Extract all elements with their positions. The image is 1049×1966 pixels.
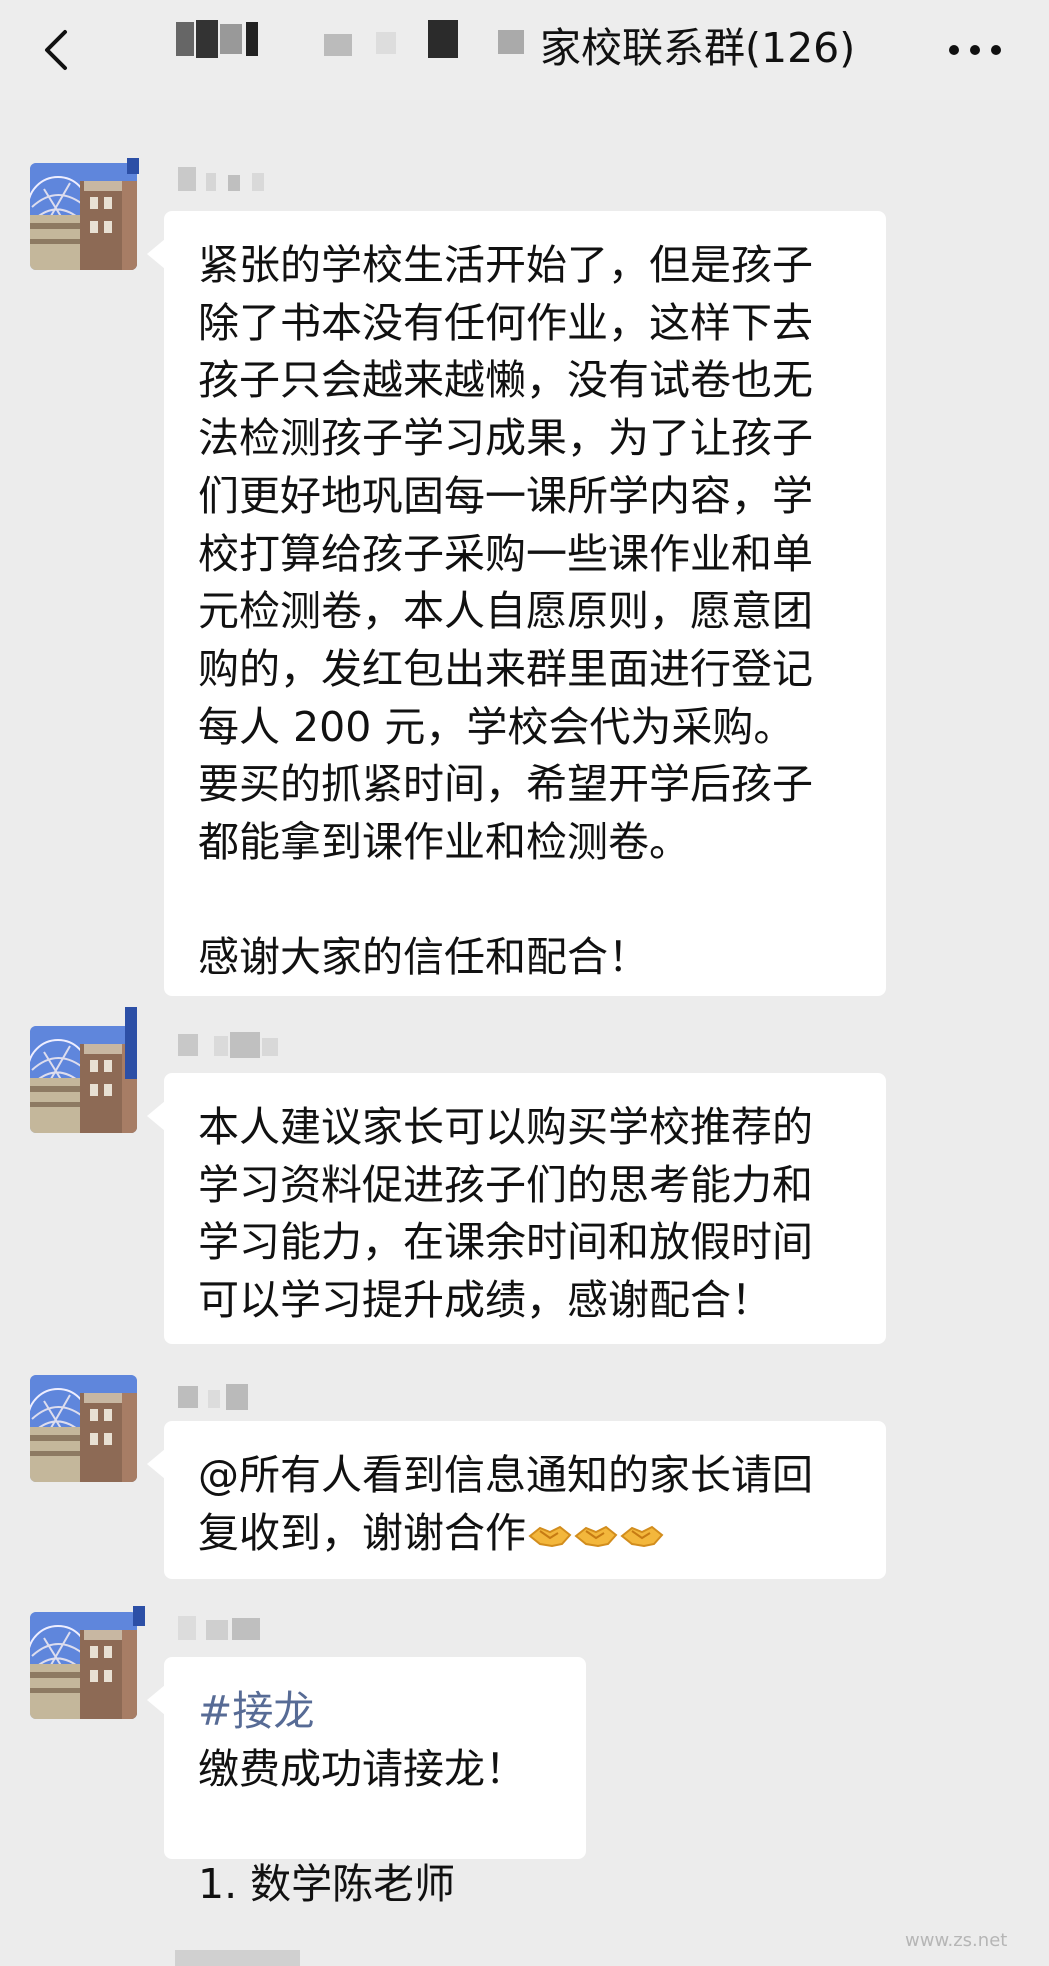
sender-avatar[interactable] bbox=[30, 163, 137, 270]
message-bubble[interactable]: 本人建议家长可以购买学校推荐的 学习资料促进孩子们的思考能力和 学习能力，在课余… bbox=[147, 1073, 886, 1344]
sender-name-blur bbox=[178, 1032, 278, 1058]
sender-avatar[interactable] bbox=[30, 1026, 137, 1133]
message-closing: 感谢大家的信任和配合！ bbox=[198, 933, 649, 982]
more-dots-icon[interactable] bbox=[946, 38, 1004, 62]
chat-title: 家校联系群(126) bbox=[540, 24, 856, 72]
group-name-blur bbox=[176, 20, 524, 58]
sender-name-blur bbox=[178, 1616, 260, 1640]
message-text: 元检测卷，本人自愿原则，愿意团 bbox=[198, 587, 813, 636]
message-bubble[interactable]: #接龙 缴费成功请接龙！ 1. 数学陈老师 bbox=[147, 1657, 586, 1908]
hashtag-link[interactable]: #接龙 bbox=[198, 1683, 554, 1741]
message-text: 校打算给孩子采购一些课作业和单 bbox=[198, 529, 813, 578]
message-text: 除了书本没有任何作业，这样下去 bbox=[198, 298, 813, 347]
message-text: 购的，发红包出来群里面进行登记 bbox=[198, 644, 813, 693]
message-text: 缴费成功请接龙！ bbox=[198, 1744, 526, 1793]
list-item: 1. 数学陈老师 bbox=[198, 1860, 456, 1909]
handshake-emoji-icon bbox=[574, 1525, 618, 1547]
avatar-badge bbox=[127, 158, 139, 174]
message-text: 孩子只会越来越懒，没有试卷也无 bbox=[198, 356, 813, 405]
watermark: www.zs.net bbox=[905, 1930, 1008, 1951]
message-text: 法检测孩子学习成果，为了让孩子 bbox=[198, 414, 813, 463]
avatar-badge bbox=[125, 1007, 137, 1079]
sender-name-blur bbox=[178, 1384, 248, 1410]
sender-name-blur bbox=[178, 167, 264, 191]
chat-header: 家校联系群(126) bbox=[0, 0, 1049, 100]
handshake-emoji-icon bbox=[528, 1525, 572, 1547]
avatar-badge bbox=[133, 1606, 145, 1626]
message-bubble[interactable]: 紧张的学校生活开始了，但是孩子 除了书本没有任何作业，这样下去 孩子只会越来越懒… bbox=[147, 211, 886, 996]
message-text: 要买的抓紧时间，希望开学后孩子 bbox=[198, 760, 813, 809]
message-text: 可以学习提升成绩，感谢配合！ bbox=[198, 1276, 772, 1325]
chevron-left-icon[interactable] bbox=[34, 26, 82, 74]
message-text: @所有人看到信息通知的家长请回 bbox=[198, 1451, 813, 1499]
message-text: 紧张的学校生活开始了，但是孩子 bbox=[198, 241, 813, 289]
next-sender-name-blur bbox=[175, 1950, 300, 1966]
message-text: 学习资料促进孩子们的思考能力和 bbox=[198, 1160, 813, 1209]
message-text: 都能拿到课作业和检测卷。 bbox=[198, 818, 690, 867]
sender-avatar[interactable] bbox=[30, 1375, 137, 1482]
message-bubble[interactable]: @所有人看到信息通知的家长请回 复收到，谢谢合作 bbox=[147, 1421, 886, 1579]
message-text: 学习能力，在课余时间和放假时间 bbox=[198, 1218, 813, 1267]
message-text: 们更好地巩固每一课所学内容，学 bbox=[198, 471, 813, 520]
message-text: 每人 200 元，学校会代为采购。 bbox=[198, 702, 795, 751]
sender-avatar[interactable] bbox=[30, 1612, 137, 1719]
message-text: 本人建议家长可以购买学校推荐的 bbox=[198, 1103, 813, 1151]
message-text: 复收到，谢谢合作 bbox=[198, 1505, 854, 1563]
handshake-emoji-icon bbox=[620, 1525, 664, 1547]
message-text-part: 复收到，谢谢合作 bbox=[198, 1508, 526, 1557]
